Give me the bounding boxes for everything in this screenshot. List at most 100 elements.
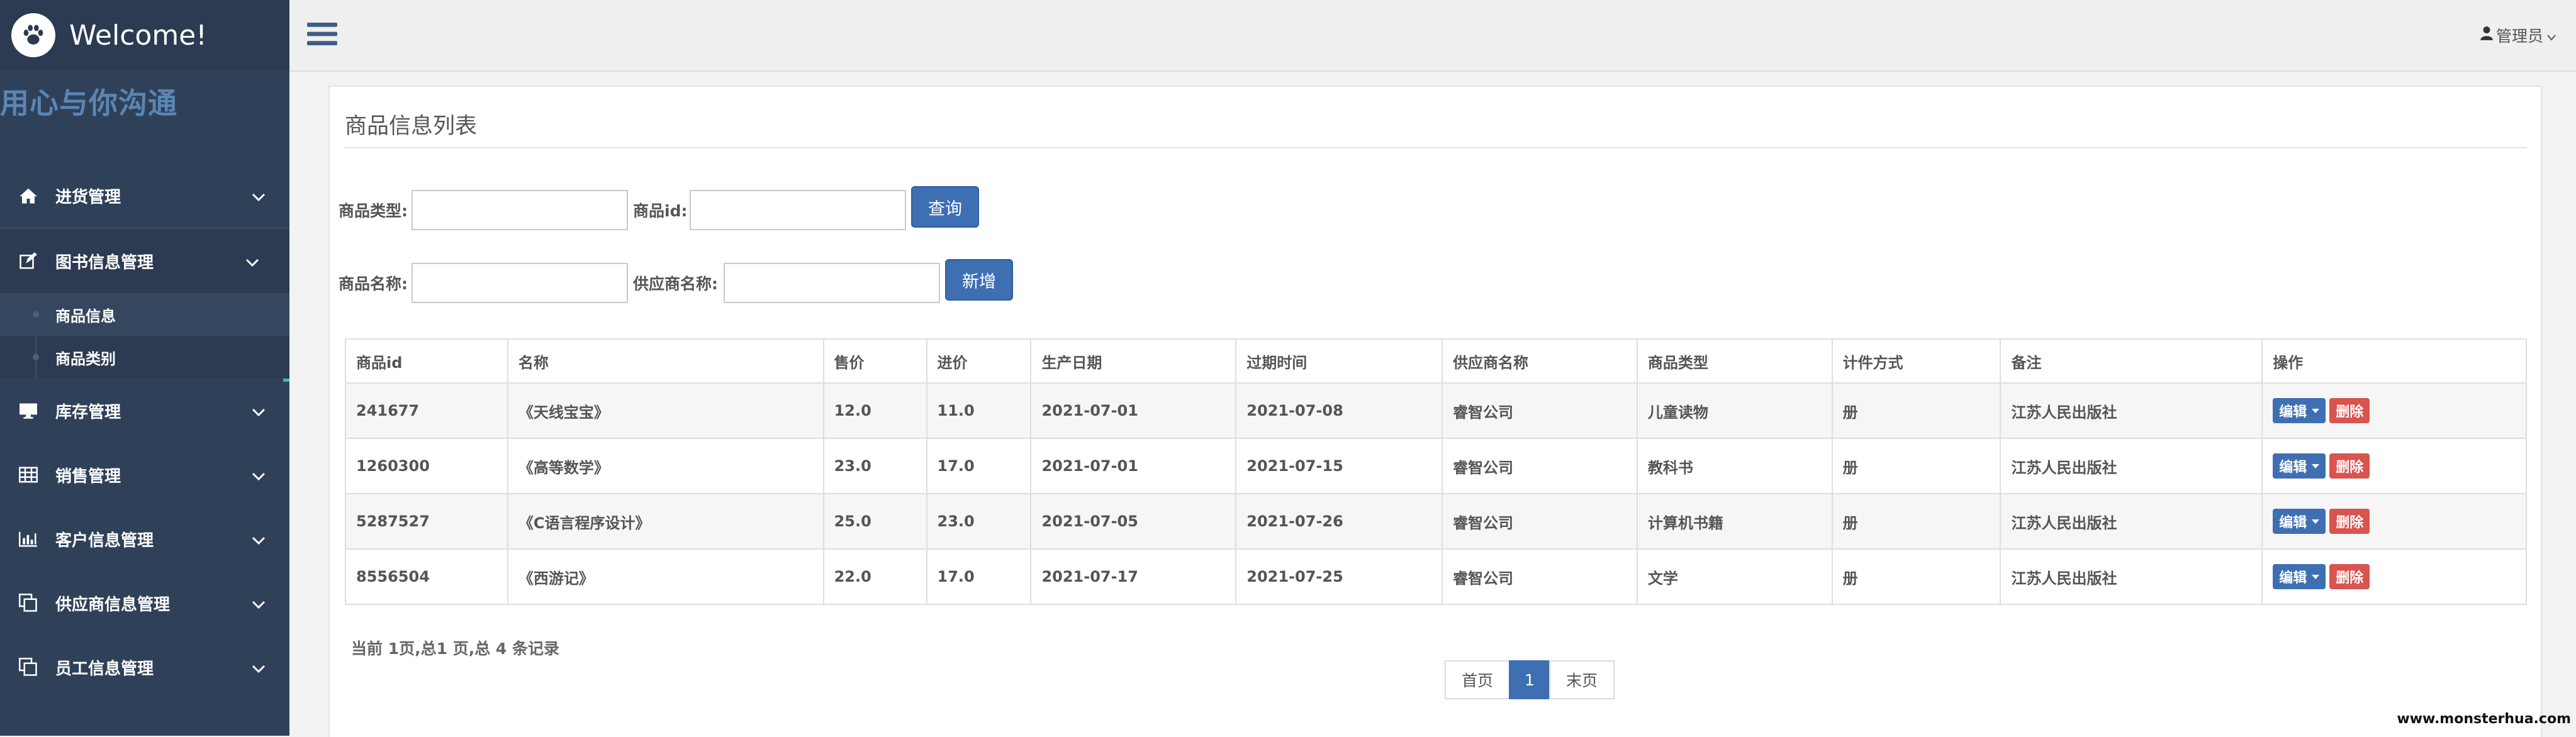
table-cell: 册 (1831, 382, 2002, 439)
bullet-icon (33, 354, 39, 360)
sidebar-item-customer[interactable]: 客户信息管理 (0, 507, 289, 571)
search-button[interactable]: 查询 (911, 186, 979, 228)
goods-table: 商品id 名称 售价 进价 生产日期 过期时间 供应商名称 商品类型 计件方式 备注 操作 2416… (345, 338, 2527, 605)
pagination-info: 当前 1页,总1 页,总 4 条记录 (351, 640, 559, 658)
sidebar-subitem-goods-category[interactable]: 商品类别 (0, 336, 289, 379)
table-body: 241677 《天线宝宝》 12.0 11.0 2021-07-01 2021-07-08… (345, 382, 2527, 605)
pagination: 首页 1 末页 (1445, 660, 1615, 699)
column-header: 进价 (926, 338, 1032, 384)
table-cell: 241677 (345, 382, 508, 439)
goods-type-input[interactable] (412, 190, 628, 230)
table-header-row: 商品id 名称 售价 进价 生产日期 过期时间 供应商名称 商品类型 计件方式 备注 操作 (345, 338, 2527, 384)
table-cell: 《C语言程序设计》 (507, 493, 824, 550)
table-cell: 11.0 (926, 382, 1032, 439)
user-menu[interactable]: 管理员 (2480, 24, 2556, 47)
current-page-button[interactable]: 1 (1509, 660, 1550, 699)
actions-cell: 编辑 删除 (2261, 548, 2527, 605)
table-cell: 教科书 (1636, 438, 1833, 494)
goods-name-label: 商品名称: (339, 275, 408, 293)
sidebar-item-employee[interactable]: 员工信息管理 (0, 635, 289, 699)
edit-dropdown-button[interactable]: 编辑 (2273, 398, 2326, 423)
column-header: 计件方式 (1831, 338, 2002, 384)
table-cell: 2021-07-17 (1030, 548, 1237, 605)
sidebar-nav: 进货管理 图书信息管理 商品信息 商品类别 库存管理 销售管理 客户信息管理 供… (0, 163, 289, 699)
goods-name-input[interactable] (412, 263, 628, 303)
delete-button[interactable]: 删除 (2329, 453, 2370, 479)
last-page-button[interactable]: 末页 (1549, 660, 1615, 699)
table-cell: 儿童读物 (1636, 382, 1833, 439)
home-icon (18, 185, 39, 206)
column-header: 商品id (345, 338, 508, 384)
sidebar: Welcome! 用心与你沟通 进货管理 图书信息管理 商品信息 商品类别 库存… (0, 0, 289, 736)
bar-chart-icon (18, 528, 39, 550)
table-row: 241677 《天线宝宝》 12.0 11.0 2021-07-01 2021-07-08… (345, 382, 2527, 439)
table-cell: 17.0 (926, 548, 1032, 605)
table-cell: 江苏人民出版社 (2000, 382, 2263, 439)
goods-id-input[interactable] (690, 190, 906, 230)
column-header: 操作 (2261, 338, 2527, 384)
sidebar-item-purchase[interactable]: 进货管理 (0, 163, 289, 228)
sidebar-item-supplier[interactable]: 供应商信息管理 (0, 571, 289, 635)
column-header: 供应商名称 (1442, 338, 1638, 384)
table-cell: 2021-07-01 (1030, 382, 1237, 439)
edit-dropdown-button[interactable]: 编辑 (2273, 509, 2326, 534)
caret-down-icon (2312, 408, 2320, 413)
actions-cell: 编辑 删除 (2261, 493, 2527, 550)
table-cell: 《天线宝宝》 (507, 382, 824, 439)
delete-button[interactable]: 删除 (2329, 564, 2370, 589)
sidebar-subitem-label: 商品类别 (55, 350, 116, 368)
edit-label: 编辑 (2279, 570, 2307, 586)
table-cell: 睿智公司 (1442, 438, 1638, 494)
column-header: 名称 (507, 338, 824, 384)
edit-label: 编辑 (2279, 515, 2307, 531)
table-cell: 《西游记》 (507, 548, 824, 605)
column-header: 备注 (2000, 338, 2263, 384)
sidebar-item-sales[interactable]: 销售管理 (0, 443, 289, 507)
supplier-name-input[interactable] (724, 263, 940, 303)
table-row: 1260300 《高等数学》 23.0 17.0 2021-07-01 2021-07-1… (345, 438, 2527, 494)
delete-button[interactable]: 删除 (2329, 509, 2370, 534)
edit-dropdown-button[interactable]: 编辑 (2273, 453, 2326, 479)
sidebar-item-stock[interactable]: 库存管理 (0, 379, 289, 443)
brand-bar: Welcome! (0, 0, 289, 70)
table-cell: 22.0 (822, 548, 927, 605)
goods-list-panel: 商品信息列表 商品类型: 商品id: 查询 商品名称: 供应商名称: 新增 商品… (328, 86, 2542, 737)
table-cell: 2021-07-15 (1235, 438, 1443, 494)
table-cell: 册 (1831, 548, 2002, 605)
table-cell: 《高等数学》 (507, 438, 824, 494)
sidebar-item-label: 图书信息管理 (55, 253, 154, 272)
first-page-button[interactable]: 首页 (1445, 660, 1510, 699)
table-header: 商品id 名称 售价 进价 生产日期 过期时间 供应商名称 商品类型 计件方式 备注 操作 (345, 338, 2527, 384)
column-header: 生产日期 (1030, 338, 1237, 384)
edit-label: 编辑 (2279, 460, 2307, 475)
copy-icon (18, 657, 39, 678)
table-cell: 册 (1831, 438, 2002, 494)
sidebar-subitem-goods-info[interactable]: 商品信息 (0, 293, 289, 336)
menu-toggle-icon[interactable] (307, 21, 337, 49)
table-cell: 文学 (1636, 548, 1833, 605)
caret-down-icon (2312, 574, 2320, 579)
bullet-icon (33, 311, 39, 318)
table-cell: 23.0 (822, 438, 927, 494)
page-title: 商品信息列表 (345, 114, 478, 139)
table-cell: 25.0 (822, 493, 927, 550)
supplier-name-label: 供应商名称: (633, 275, 718, 293)
table-cell: 12.0 (822, 382, 927, 439)
delete-button[interactable]: 删除 (2329, 398, 2370, 423)
sidebar-item-label: 销售管理 (55, 467, 121, 486)
column-header: 过期时间 (1235, 338, 1443, 384)
table-cell: 睿智公司 (1442, 493, 1638, 550)
edit-label: 编辑 (2279, 404, 2307, 420)
sidebar-subitem-label: 商品信息 (55, 307, 116, 325)
add-button[interactable]: 新增 (945, 259, 1013, 301)
sidebar-submenu: 商品信息 商品类别 (0, 293, 289, 379)
chevron-down-icon (252, 659, 266, 678)
chevron-down-icon (2547, 26, 2556, 45)
edit-dropdown-button[interactable]: 编辑 (2273, 564, 2326, 589)
table-cell: 江苏人民出版社 (2000, 493, 2263, 550)
table-cell: 2021-07-25 (1235, 548, 1443, 605)
sidebar-item-book-info[interactable]: 图书信息管理 (0, 228, 289, 293)
topbar: 管理员 (289, 0, 2576, 72)
table-icon (18, 464, 39, 485)
goods-type-label: 商品类型: (339, 202, 408, 220)
